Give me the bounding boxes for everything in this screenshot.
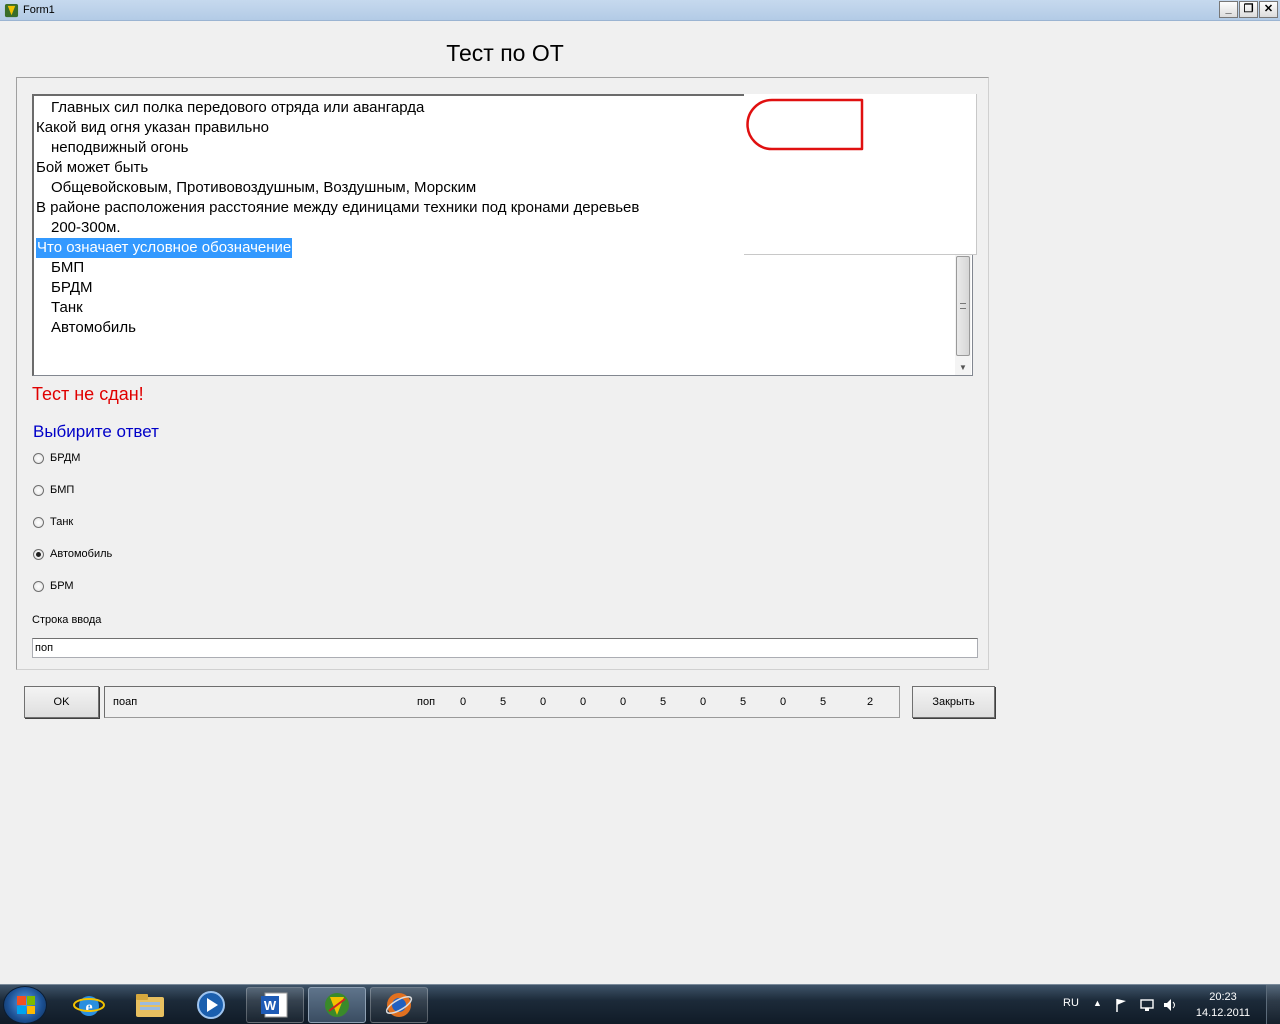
media-player-icon[interactable] xyxy=(182,987,240,1023)
status-number: 0 xyxy=(580,696,587,708)
answer-option[interactable]: БРМ xyxy=(33,578,74,594)
page-title: Тест по ОТ xyxy=(446,40,564,66)
app-icon xyxy=(4,3,19,18)
status-number: 0 xyxy=(460,696,467,708)
svg-text:W: W xyxy=(264,998,277,1013)
status-middle-text: поп xyxy=(417,696,436,708)
ok-button[interactable]: OK xyxy=(24,686,99,718)
show-desktop-button[interactable] xyxy=(1266,985,1280,1024)
status-number: 5 xyxy=(660,696,667,708)
radio-button[interactable] xyxy=(33,580,44,592)
windows-logo-icon xyxy=(17,996,35,1014)
memo-line[interactable]: БРДМ xyxy=(51,278,93,298)
memo-line[interactable]: 200-300м. xyxy=(51,218,121,238)
status-left-text: поап xyxy=(113,696,138,708)
status-number: 0 xyxy=(540,696,547,708)
scroll-down-icon[interactable]: ▼ xyxy=(955,359,971,375)
action-center-flag-icon[interactable] xyxy=(1114,997,1128,1024)
radio-button[interactable] xyxy=(33,484,44,496)
window-titlebar[interactable]: Form1 _ ❐ ✕ xyxy=(0,0,1280,21)
explorer-folder-icon[interactable] xyxy=(121,987,179,1023)
status-number: 5 xyxy=(740,696,747,708)
restore-button[interactable]: ❐ xyxy=(1239,1,1258,18)
status-number: 0 xyxy=(620,696,627,708)
answer-option[interactable]: Танк xyxy=(33,514,73,530)
close-button[interactable]: Закрыть xyxy=(912,686,995,718)
word-icon[interactable]: W xyxy=(246,987,304,1023)
status-number: 5 xyxy=(500,696,507,708)
scroll-thumb[interactable] xyxy=(956,256,970,356)
choose-label: Выбирите ответ xyxy=(33,422,159,441)
input-label: Строка ввода xyxy=(32,614,102,626)
radio-button[interactable] xyxy=(33,516,44,528)
network-icon[interactable] xyxy=(1139,997,1155,1024)
radio-button[interactable] xyxy=(33,548,44,560)
tray-clock[interactable]: 20:23 14.12.2011 xyxy=(1188,989,1258,1021)
symbol-shape xyxy=(746,98,864,151)
memo-line[interactable]: Бой может быть xyxy=(36,158,148,178)
close-window-button[interactable]: ✕ xyxy=(1259,1,1278,18)
memo-line[interactable]: Общевойсковым, Противовоздушным, Воздушн… xyxy=(51,178,476,198)
result-label: Тест не сдан! xyxy=(32,384,144,404)
svg-text:e: e xyxy=(85,999,92,1016)
answer-option-label: БМП xyxy=(50,484,75,496)
memo-line[interactable]: Автомобиль xyxy=(51,318,136,338)
status-panel: поап поп 0 5 0 0 0 5 0 5 0 5 2 xyxy=(104,686,900,718)
tray-up-arrow-icon[interactable]: ▲ xyxy=(1093,998,1102,1024)
internet-explorer-icon[interactable]: e xyxy=(60,987,118,1023)
start-button[interactable] xyxy=(3,986,47,1024)
answer-option[interactable]: БМП xyxy=(33,482,74,498)
radio-button[interactable] xyxy=(33,452,44,464)
clock-time: 20:23 xyxy=(1209,991,1237,1003)
status-number: 0 xyxy=(780,696,787,708)
memo-line[interactable]: неподвижный огонь xyxy=(51,138,188,158)
window-title: Form1 xyxy=(23,4,55,16)
minimize-button[interactable]: _ xyxy=(1219,1,1238,18)
answer-option[interactable]: Автомобиль xyxy=(33,546,112,562)
symbol-image xyxy=(744,94,977,255)
status-number: 0 xyxy=(700,696,707,708)
taskbar: e W RU ▲ 20:23 14.12.2011 xyxy=(0,984,1280,1024)
answer-option-label: БРМ xyxy=(50,580,74,592)
language-indicator[interactable]: RU xyxy=(1063,997,1079,1024)
memo-line[interactable]: БМП xyxy=(51,258,84,278)
answer-option[interactable]: БРДМ xyxy=(33,450,80,466)
status-number: 5 xyxy=(820,696,827,708)
memo-line[interactable]: В районе расположения расстояние между е… xyxy=(36,198,639,218)
answer-input[interactable] xyxy=(32,638,978,658)
browser-icon[interactable] xyxy=(370,987,428,1023)
memo-line[interactable]: Какой вид огня указан правильно xyxy=(36,118,269,138)
answer-option-label: Автомобиль xyxy=(50,548,113,560)
memo-line[interactable]: Главных сил полка передового отряда или … xyxy=(51,98,424,118)
memo-line[interactable]: Танк xyxy=(51,298,83,318)
answer-option-label: Танк xyxy=(50,516,74,528)
memo-line-selected[interactable]: Что означает условное обозначение xyxy=(36,238,293,258)
answer-option-label: БРДМ xyxy=(50,452,81,464)
volume-icon[interactable] xyxy=(1162,997,1178,1024)
clock-date: 14.12.2011 xyxy=(1195,1007,1251,1019)
status-number: 2 xyxy=(867,696,874,708)
test-app-icon[interactable] xyxy=(308,987,366,1023)
